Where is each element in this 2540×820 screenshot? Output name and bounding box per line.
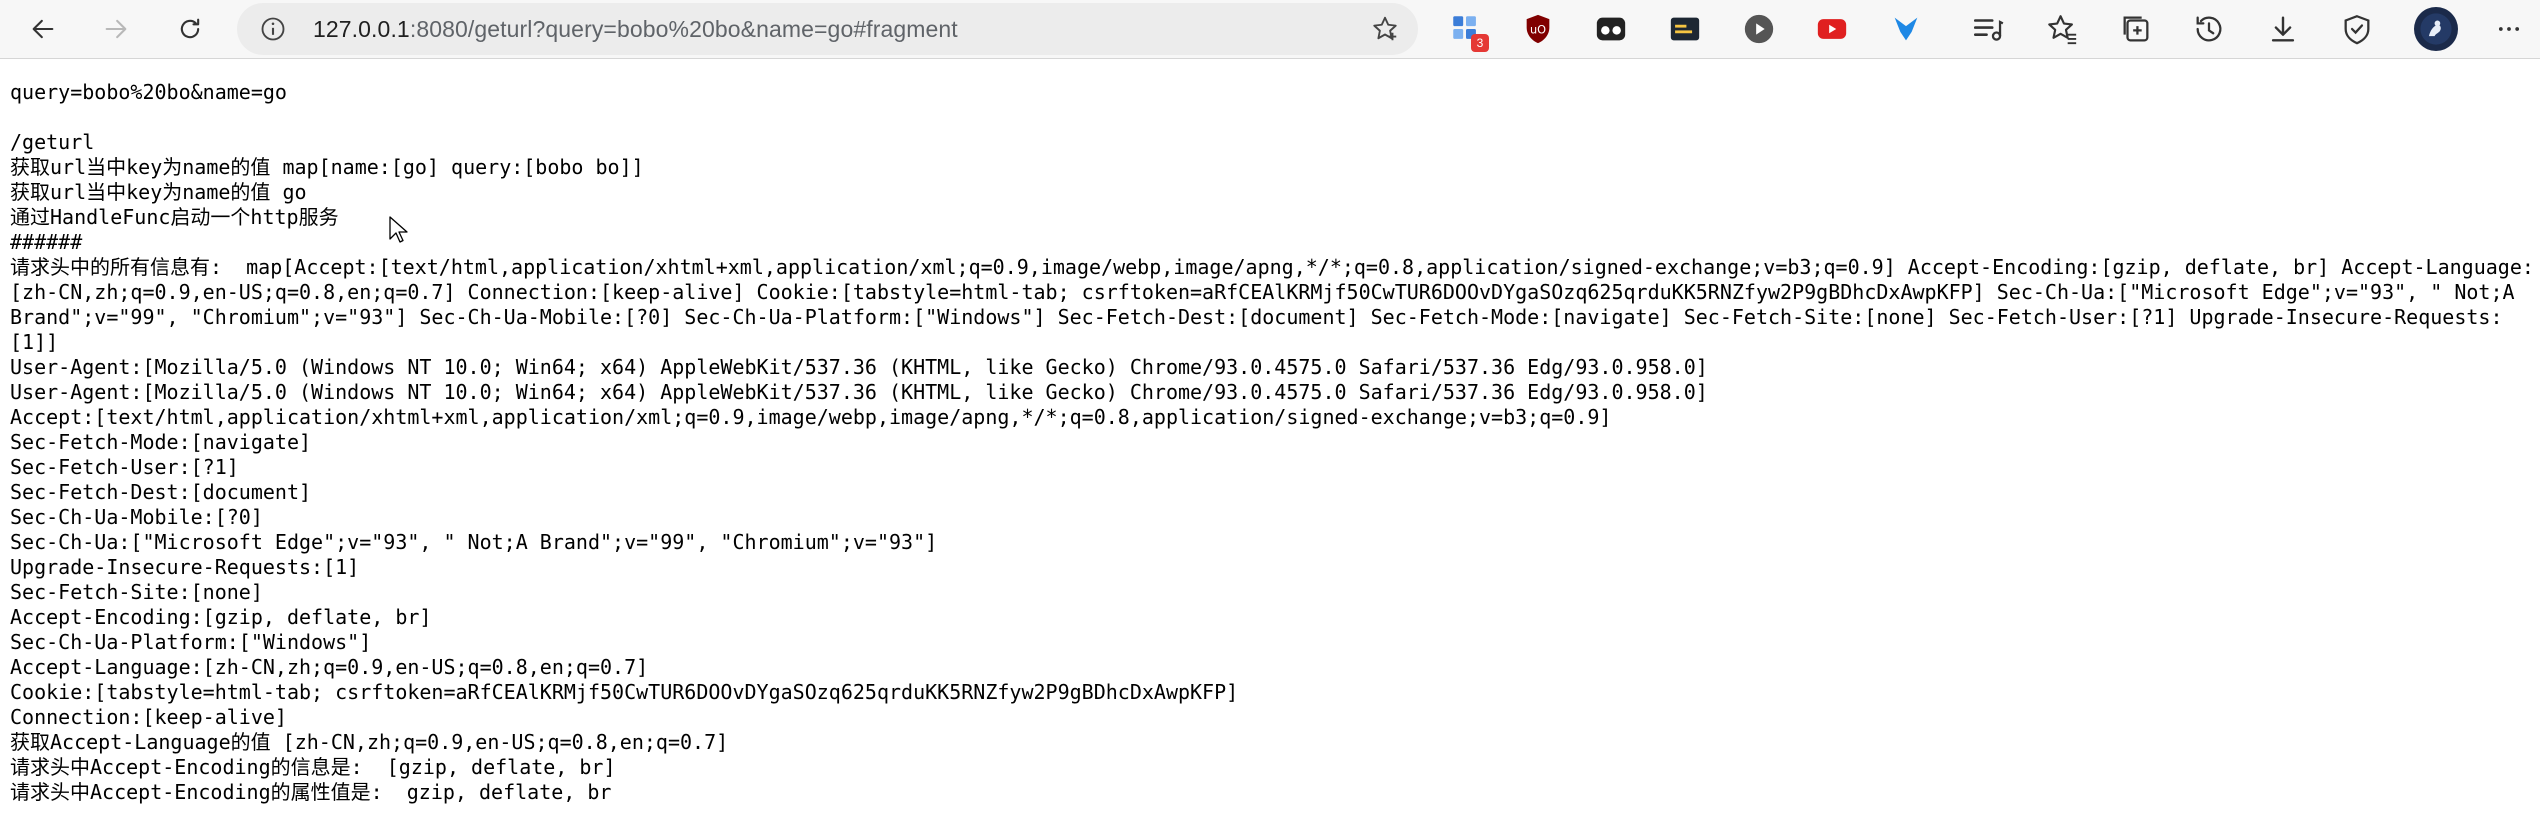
info-icon[interactable] bbox=[259, 15, 287, 43]
reading-list-icon[interactable] bbox=[1969, 10, 2007, 48]
header-line: Sec-Ch-Ua-Platform:["Windows"] bbox=[10, 630, 372, 654]
header-line: Accept-Language:[zh-CN,zh;q=0.9,en-US;q=… bbox=[10, 655, 649, 679]
header-line: Accept:[text/html,application/xhtml+xml,… bbox=[10, 405, 1612, 429]
terminal-icon[interactable] bbox=[1666, 10, 1704, 48]
url-host: 127.0.0.1 bbox=[313, 16, 410, 42]
header-line: Sec-Fetch-Dest:[document] bbox=[10, 480, 312, 504]
name-value-line: 获取url当中key为name的值 go bbox=[10, 180, 307, 204]
svg-text:uO: uO bbox=[1530, 22, 1546, 36]
name-map-line: 获取url当中key为name的值 map[name:[go] query:[b… bbox=[10, 155, 644, 179]
refresh-icon[interactable] bbox=[168, 7, 212, 51]
downloads-icon[interactable] bbox=[2264, 10, 2302, 48]
query-line: query=bobo%20bo&name=go bbox=[10, 80, 287, 104]
forward-icon[interactable] bbox=[94, 7, 138, 51]
header-list: User-Agent:[Mozilla/5.0 (Windows NT 10.0… bbox=[10, 355, 2535, 730]
header-line: Sec-Fetch-Mode:[navigate] bbox=[10, 430, 312, 454]
youtube-icon[interactable] bbox=[1813, 10, 1851, 48]
play-icon[interactable] bbox=[1740, 10, 1778, 48]
header-line: Sec-Fetch-Site:[none] bbox=[10, 580, 263, 604]
header-line: Connection:[keep-alive] bbox=[10, 705, 287, 729]
path-line: /geturl bbox=[10, 130, 95, 154]
address-bar[interactable]: 127.0.0.1:8080/geturl?query=bobo%20bo&na… bbox=[237, 3, 1418, 55]
header-line: User-Agent:[Mozilla/5.0 (Windows NT 10.0… bbox=[10, 355, 1708, 379]
extensions-icon[interactable]: 3 bbox=[1447, 10, 1489, 52]
favorite-add-icon[interactable] bbox=[1370, 14, 1400, 44]
tampermonkey-icon[interactable] bbox=[1592, 10, 1630, 48]
header-line: Sec-Ch-Ua-Mobile:[?0] bbox=[10, 505, 263, 529]
header-line: Cookie:[tabstyle=html-tab; csrftoken=aRf… bbox=[10, 680, 1239, 704]
browser-essentials-icon[interactable] bbox=[2338, 10, 2376, 48]
all-headers-text: 请求头中的所有信息有: map[Accept:[text/html,applic… bbox=[10, 255, 2534, 354]
ublock-icon[interactable]: uO bbox=[1519, 10, 1557, 48]
collections-icon[interactable] bbox=[2117, 10, 2155, 48]
profile-avatar[interactable] bbox=[2414, 7, 2458, 51]
url-path: :8080/geturl?query=bobo%20bo&name=go#fra… bbox=[409, 16, 958, 42]
bird-icon[interactable] bbox=[1887, 10, 1925, 48]
extension-badge: 3 bbox=[1471, 34, 1489, 52]
header-line: Accept-Encoding:[gzip, deflate, br] bbox=[10, 605, 432, 629]
browser-toolbar: 127.0.0.1:8080/geturl?query=bobo%20bo&na… bbox=[0, 0, 2540, 59]
favorites-icon[interactable] bbox=[2043, 10, 2081, 48]
header-line: Sec-Ch-Ua:["Microsoft Edge";v="93", " No… bbox=[10, 530, 938, 554]
history-icon[interactable] bbox=[2190, 10, 2228, 48]
header-line: User-Agent:[Mozilla/5.0 (Windows NT 10.0… bbox=[10, 380, 1708, 404]
page-body: query=bobo%20bo&name=go /geturl 获取url当中k… bbox=[10, 80, 2535, 805]
encoding-info-line: 请求头中Accept-Encoding的信息是: [gzip, deflate,… bbox=[10, 755, 616, 779]
back-icon[interactable] bbox=[21, 7, 65, 51]
header-line: Sec-Fetch-User:[?1] bbox=[10, 455, 239, 479]
address-url[interactable]: 127.0.0.1:8080/geturl?query=bobo%20bo&na… bbox=[313, 16, 958, 43]
encoding-value-line: 请求头中Accept-Encoding的属性值是: gzip, deflate,… bbox=[10, 780, 612, 804]
accept-language-line: 获取Accept-Language的值 [zh-CN,zh;q=0.9,en-U… bbox=[10, 730, 729, 754]
header-line: Upgrade-Insecure-Requests:[1] bbox=[10, 555, 360, 579]
mouse-cursor-icon bbox=[389, 216, 408, 243]
more-icon[interactable] bbox=[2487, 7, 2531, 51]
